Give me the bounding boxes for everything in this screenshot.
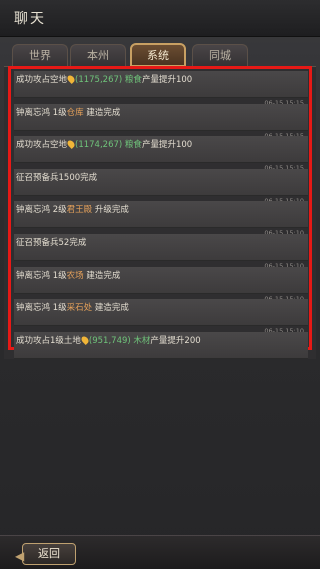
highlight-text[interactable]: 粮食: [125, 140, 142, 150]
message-text: 钟离忘鸿 2级君王殿 升级完成: [16, 203, 129, 215]
back-button[interactable]: ◀ 返回: [15, 543, 76, 565]
message-segment: 升级完成: [92, 205, 129, 216]
message-segment: 成功攻占1级土地: [16, 335, 81, 346]
bottom-bar: ◀ 返回: [0, 535, 320, 569]
title-bar: 聊天: [0, 0, 320, 37]
message-segment: 成功攻占空地: [16, 75, 68, 85]
message-row: 钟离忘鸿 1级采石处 建造完成06-15 15:10: [14, 299, 308, 335]
message-row: 钟离忘鸿 1级农场 建造完成06-15 15:10: [14, 266, 308, 303]
tab-local[interactable]: 同城: [192, 44, 248, 66]
building-name: 君王殿: [66, 205, 93, 216]
back-arrow-icon: ◀: [15, 549, 25, 563]
building-name: 农场: [66, 270, 84, 281]
message-segment: 产量提升100: [141, 140, 193, 151]
tab-world[interactable]: 世界: [12, 44, 68, 66]
message-row: 成功攻占空地(1175,267) 粮食产量提升10006-15 15:15: [14, 71, 308, 107]
message-row: 成功攻占1级土地 (951,749) 木材产量提升200: [14, 331, 308, 359]
message-row: 钟离忘鸿 1级仓库 建造完成06-15 15:15: [14, 103, 308, 140]
message-segment: 产量提升200: [150, 335, 201, 346]
highlight-text[interactable]: (1174,267): [75, 140, 125, 150]
message-row: 征召预备兵1500完成06-15 15:10: [14, 168, 308, 205]
message-segment: 产量提升100: [141, 75, 193, 85]
message-text: 成功攻占1级土地 (951,749) 木材产量提升200: [16, 334, 201, 346]
page-title: 聊天: [14, 11, 46, 27]
chat-screen: 聊天 世界 本州 系统 同城 成功攻占空地 (1175,267) 粮食产量提升10…: [0, 0, 320, 569]
message-segment: 建造完成: [92, 303, 129, 314]
message-text: 征召预备兵52完成: [16, 236, 86, 248]
back-label: 返回: [38, 547, 60, 560]
message-text: 钟离忘鸿 1级采石处 建造完成: [16, 301, 129, 313]
tab-region[interactable]: 本州: [70, 44, 126, 66]
message-segment: 钟离忘鸿 1级: [16, 107, 67, 118]
system-message-list[interactable]: 成功攻占空地(1175,267) 粮食产量提升10006-15 15:15钟离忘…: [8, 66, 312, 359]
message-segment: 钟离忘鸿 1级: [16, 270, 67, 281]
message-segment: 钟离忘鸿 1级: [16, 303, 67, 314]
message-segment: 征召预备兵52完成: [16, 238, 87, 248]
message-segment: 建造完成: [83, 107, 121, 118]
message-segment: 成功攻占空地: [16, 140, 68, 151]
building-name: 采石处: [66, 303, 93, 314]
highlight-text[interactable]: 粮食: [125, 75, 142, 85]
message-row: 征召预备兵52完成06-15 15:10: [14, 234, 308, 270]
message-row: 成功攻占空地(1174,267) 粮食产量提升10006-15 15:15: [14, 136, 308, 172]
message-text: 钟离忘鸿 1级农场 建造完成: [16, 269, 120, 281]
message-segment: 钟离忘鸿 2级: [16, 205, 67, 216]
message-segment: 征召预备兵1500完成: [16, 172, 98, 183]
message-segment: 建造完成: [83, 270, 121, 281]
message-row: 钟离忘鸿 2级君王殿 升级完成06-15 15:10: [14, 201, 308, 237]
message-text: 成功攻占空地 (1174,267) 粮食产量提升100: [16, 138, 192, 150]
message-text: 成功攻占空地 (1175,267) 粮食产量提升100: [16, 73, 192, 85]
highlight-text[interactable]: (1175,267): [75, 75, 125, 85]
highlight-text[interactable]: (951,749): [89, 336, 133, 346]
highlight-text[interactable]: 木材: [133, 336, 150, 346]
tab-system[interactable]: 系统: [130, 43, 186, 67]
message-text: 征召预备兵1500完成: [16, 171, 97, 183]
building-name: 仓库: [66, 107, 84, 118]
chat-tabs: 世界 本州 系统 同城: [0, 43, 320, 68]
message-text: 钟离忘鸿 1级仓库 建造完成: [16, 106, 120, 118]
